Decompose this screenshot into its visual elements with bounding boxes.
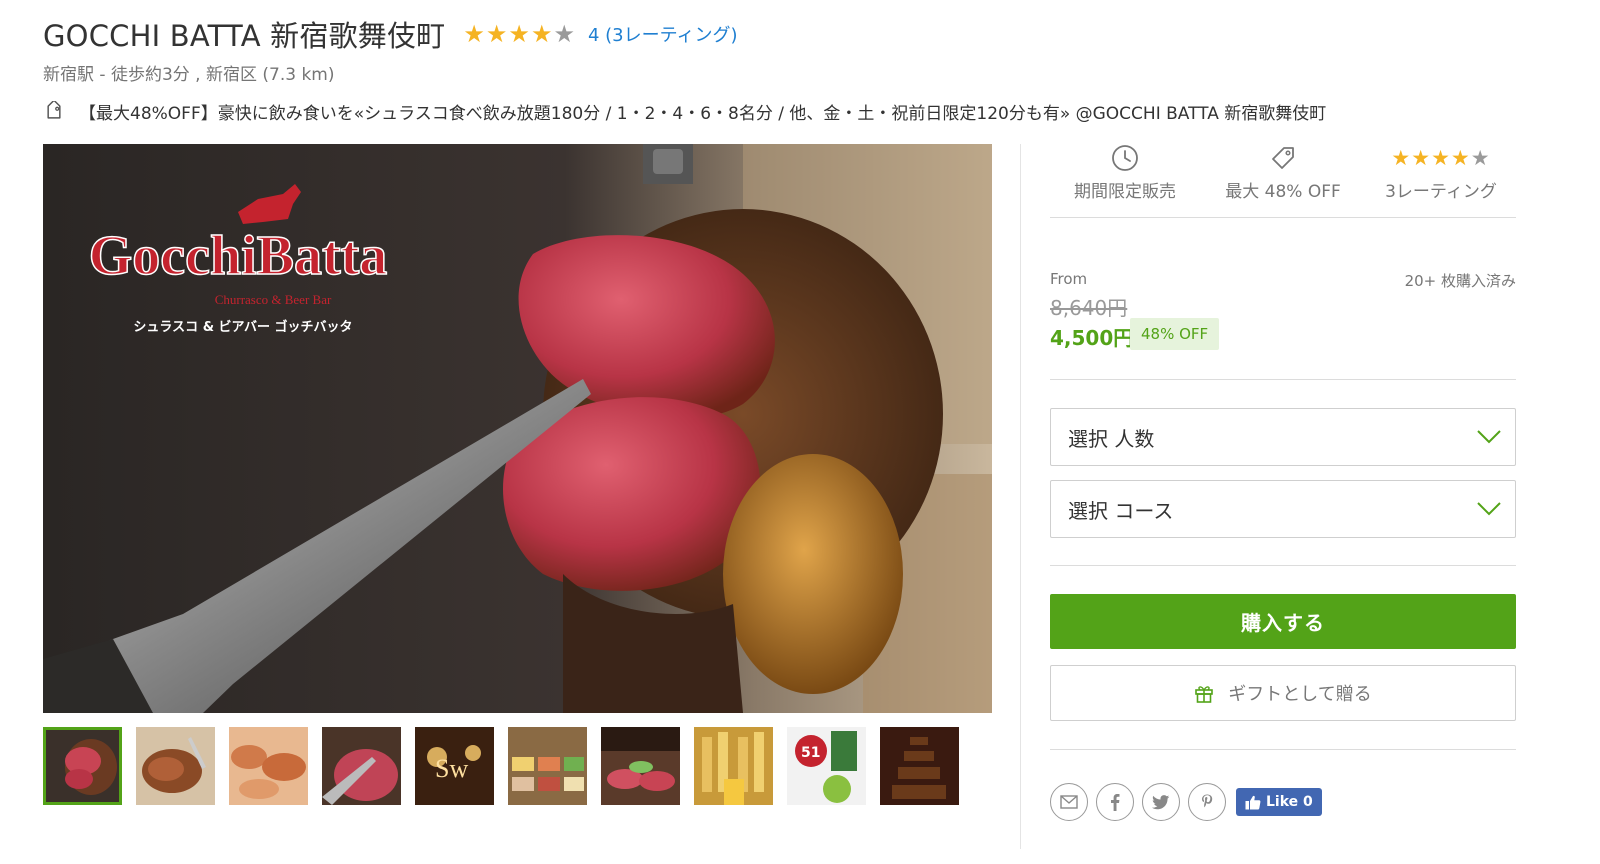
gift-button[interactable]: ギフトとして贈る bbox=[1050, 665, 1516, 721]
location-text: 新宿駅 - 徒歩約3分 , 新宿区 (7.3 km) bbox=[43, 65, 335, 85]
header-star-rating: ★ ★ ★ ★ ★ bbox=[463, 22, 576, 46]
chevron-down-icon bbox=[1477, 430, 1501, 444]
people-select[interactable]: 選択 人数 bbox=[1050, 408, 1516, 466]
thumbnail-4[interactable] bbox=[322, 727, 401, 805]
ratings-link[interactable]: 4 (3レーティング) bbox=[588, 21, 738, 47]
divider bbox=[1050, 379, 1516, 380]
star-icon: ★ bbox=[485, 20, 508, 48]
deal-header: GOCCHI BATTA 新宿歌舞伎町 ★ ★ ★ ★ ★ 4 (3レーティング… bbox=[43, 14, 1563, 124]
logo-jp-text: シュラスコ & ビアバー ゴッチバッタ bbox=[133, 319, 352, 335]
star-empty-icon: ★ bbox=[553, 20, 575, 48]
discount-badge: 48% OFF bbox=[1130, 318, 1220, 350]
buy-button[interactable]: 購入する bbox=[1050, 594, 1516, 649]
facebook-like-button[interactable]: Like 0 bbox=[1236, 788, 1322, 816]
from-label: From bbox=[1050, 270, 1088, 288]
hero-image[interactable]: GocchiBatta Churrasco & Beer Bar シュラスコ &… bbox=[43, 144, 992, 713]
thumbnail-1[interactable] bbox=[43, 727, 122, 805]
title-row: GOCCHI BATTA 新宿歌舞伎町 ★ ★ ★ ★ ★ 4 (3レーティング… bbox=[43, 14, 1563, 54]
thumbnail-strip: Sw 51 bbox=[43, 727, 973, 805]
chevron-down-icon bbox=[1477, 502, 1501, 516]
gift-icon bbox=[1195, 686, 1214, 703]
thumbnail-8[interactable] bbox=[694, 727, 773, 805]
thumbnail-7[interactable] bbox=[601, 727, 680, 805]
facebook-like-label: Like 0 bbox=[1266, 794, 1313, 810]
star-icon: ★ bbox=[463, 20, 485, 48]
course-select[interactable]: 選択 コース bbox=[1050, 480, 1516, 538]
sale-price: 4,500円 bbox=[1050, 326, 1134, 350]
course-select-label: 選択 コース bbox=[1068, 498, 1174, 523]
star-icon: ★ bbox=[508, 20, 530, 48]
facebook-share-button[interactable] bbox=[1096, 783, 1134, 821]
hero-photo: GocchiBatta Churrasco & Beer Bar シュラスコ &… bbox=[43, 144, 992, 713]
gift-button-label: ギフトとして贈る bbox=[1228, 684, 1372, 704]
thumbnail-10[interactable] bbox=[880, 727, 959, 805]
twitter-icon bbox=[1152, 794, 1170, 809]
price-block: From 20+ 枚購入済み 8,640円 4,500円 48% OFF bbox=[1050, 144, 1516, 380]
thumbnail-9[interactable]: 51 bbox=[787, 727, 866, 805]
mail-icon bbox=[1060, 795, 1078, 809]
column-divider bbox=[1020, 144, 1021, 849]
facebook-icon bbox=[1111, 794, 1120, 811]
pinterest-icon bbox=[1202, 794, 1213, 808]
email-share-button[interactable] bbox=[1050, 783, 1088, 821]
sold-count: 20+ 枚購入済み bbox=[1404, 272, 1516, 290]
thumbnail-2[interactable] bbox=[136, 727, 215, 805]
divider bbox=[1050, 749, 1516, 750]
twitter-share-button[interactable] bbox=[1142, 783, 1180, 821]
logo-main-text: GocchiBatta bbox=[89, 225, 388, 287]
tag-icon bbox=[47, 100, 61, 119]
svg-text:51: 51 bbox=[801, 745, 820, 761]
thumbnail-3[interactable] bbox=[229, 727, 308, 805]
thumbnail-6[interactable] bbox=[508, 727, 587, 805]
page-title: GOCCHI BATTA 新宿歌舞伎町 bbox=[43, 19, 446, 53]
star-icon: ★ bbox=[530, 20, 553, 48]
pinterest-share-button[interactable] bbox=[1188, 783, 1226, 821]
logo-sub-text: Churrasco & Beer Bar bbox=[215, 292, 332, 307]
share-bar: Like 0 bbox=[1050, 783, 1322, 821]
deal-title-row: 【最大48%OFF】豪快に飲み食いを«シュラスコ食べ飲み放題180分 / 1・2… bbox=[43, 99, 1563, 124]
divider bbox=[1050, 565, 1516, 566]
original-price: 8,640円 bbox=[1050, 296, 1128, 320]
svg-text:Sw: Sw bbox=[435, 754, 468, 783]
thumbnail-5[interactable]: Sw bbox=[415, 727, 494, 805]
deal-subtitle: 【最大48%OFF】豪快に飲み食いを«シュラスコ食べ飲み放題180分 / 1・2… bbox=[79, 104, 1327, 124]
people-select-label: 選択 人数 bbox=[1068, 426, 1155, 451]
thumbs-up-icon bbox=[1245, 795, 1261, 809]
